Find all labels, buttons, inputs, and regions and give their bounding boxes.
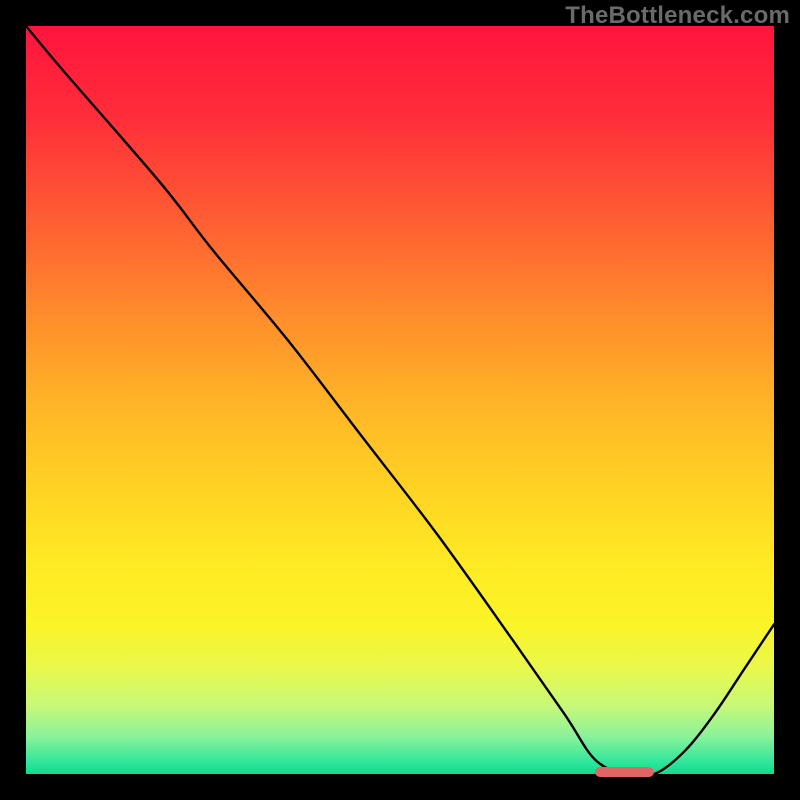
optimal-range-marker — [595, 767, 655, 777]
plot-area — [26, 26, 774, 774]
bottleneck-curve — [26, 26, 774, 774]
chart-container: TheBottleneck.com — [0, 0, 800, 800]
watermark-text: TheBottleneck.com — [565, 2, 790, 30]
